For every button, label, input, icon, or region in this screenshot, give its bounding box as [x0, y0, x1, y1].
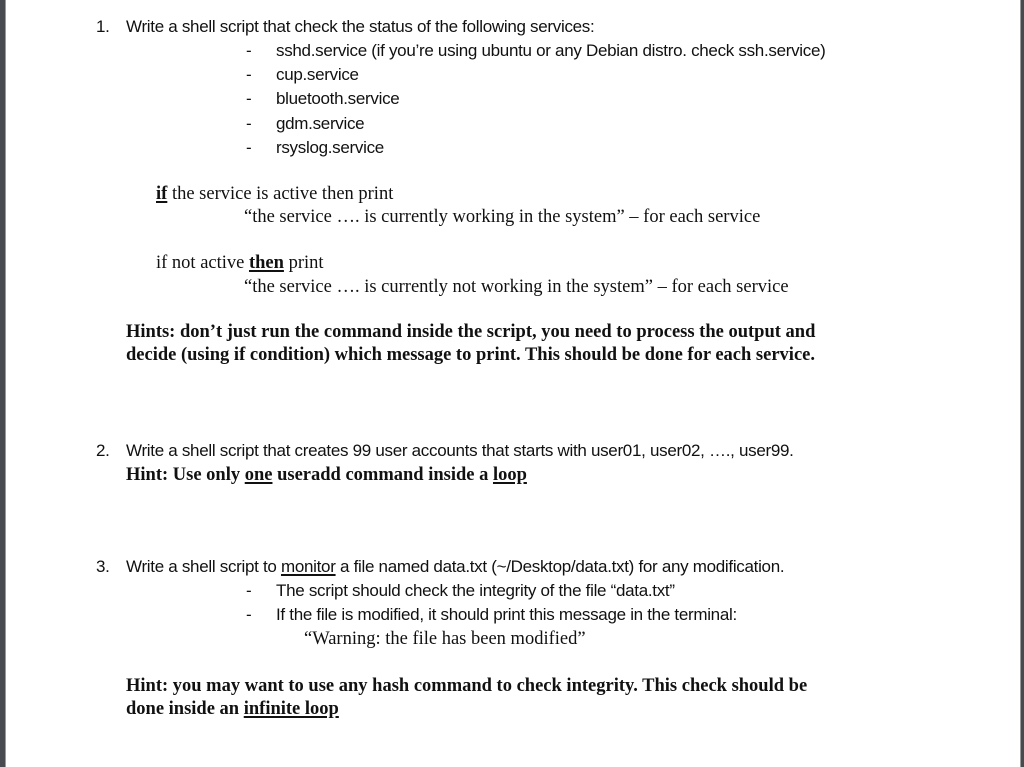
bullet-dash: - [246, 65, 252, 84]
requirement-item: The script should check the integrity of… [276, 581, 675, 600]
hint-line: decide (using if condition) which messag… [126, 345, 815, 365]
bullet-dash: - [246, 41, 252, 60]
if-active-instruction: if the service is active then print [156, 184, 393, 204]
active-message: “the service …. is currently working in … [244, 207, 761, 227]
question-title: Write a shell script that check the stat… [126, 17, 595, 36]
if-not-active-suffix: print [283, 253, 324, 273]
not-active-message: “the service …. is currently not working… [244, 277, 789, 297]
then-keyword: then [248, 253, 284, 273]
hint-text: useradd command inside a [272, 465, 493, 485]
hint-line: Hints: don’t just run the command inside… [126, 322, 816, 342]
hint-line: done inside an infinite loop [126, 699, 339, 719]
if-keyword: if [156, 184, 168, 204]
if-active-text: the service is active then print [167, 184, 394, 204]
hint-line: Hint: Use only one useradd command insid… [126, 465, 527, 485]
bullet-dash: - [246, 605, 252, 624]
requirement-item: If the file is modified, it should print… [276, 605, 737, 624]
document-page: 1. Write a shell script that check the s… [6, 0, 1020, 767]
question-number: 3. [96, 557, 110, 576]
if-not-active-prefix: if not active [156, 253, 249, 273]
hint-underlined-one: one [244, 465, 273, 485]
hint-underlined-infinite-loop: infinite loop [243, 699, 339, 719]
if-not-active-instruction: if not active then print [156, 253, 324, 273]
service-item: sshd.service (if you’re using ubuntu or … [276, 41, 826, 60]
question-title: Write a shell script that creates 99 use… [126, 441, 794, 460]
viewer-frame-right [1020, 0, 1024, 767]
title-text: Write a shell script to [126, 557, 281, 576]
question-title: Write a shell script to monitor a file n… [126, 557, 785, 577]
warning-message: “Warning: the file has been modified” [304, 629, 586, 649]
hint-text: done inside an [126, 699, 244, 719]
hint-text: Hint: Use only [126, 465, 245, 485]
bullet-dash: - [246, 114, 252, 133]
service-item: rsyslog.service [276, 138, 384, 157]
title-text: a file named data.txt (~/Desktop/data.tx… [335, 557, 785, 576]
question-number: 1. [96, 17, 110, 36]
bullet-dash: - [246, 581, 252, 600]
bullet-dash: - [246, 89, 252, 108]
hint-line: Hint: you may want to use any hash comma… [126, 676, 808, 696]
bullet-dash: - [246, 138, 252, 157]
hint-underlined-loop: loop [492, 465, 527, 485]
question-number: 2. [96, 441, 110, 460]
service-item: cup.service [276, 65, 359, 84]
service-item: gdm.service [276, 114, 365, 133]
title-underlined-monitor: monitor [280, 557, 336, 576]
service-item: bluetooth.service [276, 89, 400, 108]
